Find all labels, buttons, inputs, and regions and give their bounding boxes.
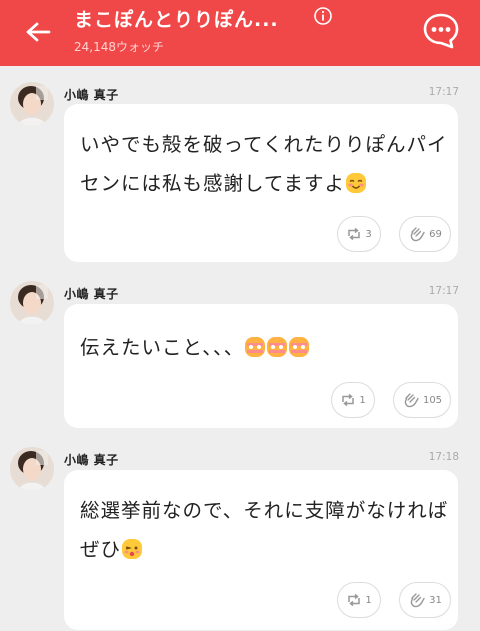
chat-bubble-icon[interactable] <box>421 11 461 51</box>
message-text-content: 伝えたいこと、、、 <box>80 336 245 359</box>
message-text: 伝えたいこと、、、 <box>80 328 450 367</box>
avatar[interactable] <box>10 447 54 491</box>
clap-hands-icon <box>404 393 419 408</box>
timestamp: 17:17 <box>428 86 459 98</box>
message-text-content: いやでも殻を破ってくれたりりぽんパイセンには私も感謝してますよ <box>80 133 448 195</box>
author-name: 小嶋 真子 <box>64 88 119 102</box>
message-bubble[interactable]: いやでも殻を破ってくれたりりぽんパイセンには私も感謝してますよ 3 69 <box>64 104 458 262</box>
retweet-count: 3 <box>365 228 372 240</box>
clap-count: 31 <box>429 594 442 606</box>
clap-button[interactable]: 31 <box>399 582 451 618</box>
clap-hands-icon <box>410 227 425 242</box>
author-name: 小嶋 真子 <box>64 453 119 467</box>
retweet-count: 1 <box>365 594 372 606</box>
clap-hands-icon <box>410 593 425 608</box>
arrow-left-icon <box>26 22 51 42</box>
retweet-button[interactable]: 1 <box>331 382 375 418</box>
avatar-photo <box>10 447 54 491</box>
retweet-button[interactable]: 3 <box>337 216 381 252</box>
clap-button[interactable]: 105 <box>393 382 451 418</box>
retweet-icon <box>342 393 355 407</box>
back-button[interactable] <box>18 14 58 50</box>
retweet-count: 1 <box>359 394 366 406</box>
info-icon[interactable] <box>313 6 333 26</box>
retweet-icon <box>348 227 361 241</box>
clap-count: 69 <box>429 228 442 240</box>
author-name: 小嶋 真子 <box>64 287 119 301</box>
app-header: まこぽんとりりぽん... 24,148ウォッチ <box>0 0 480 66</box>
retweet-button[interactable]: 1 <box>337 582 381 618</box>
avatar-photo <box>10 82 54 126</box>
message-text: 総選挙前なので、それに支障がなければぜひ <box>80 491 450 569</box>
message-bubble[interactable]: 総選挙前なので、それに支障がなければぜひ 1 31 <box>64 470 458 630</box>
winking-face-emoji <box>122 539 143 559</box>
avatar[interactable] <box>10 281 54 325</box>
timestamp: 17:18 <box>428 451 459 463</box>
clap-button[interactable]: 69 <box>399 216 451 252</box>
crying-face-emoji <box>245 337 266 357</box>
clap-count: 105 <box>422 394 443 406</box>
avatar-photo <box>10 281 54 325</box>
crying-face-emoji <box>267 337 288 357</box>
smiling-face-emoji <box>345 173 366 193</box>
retweet-icon <box>348 593 361 607</box>
crying-face-emoji <box>289 337 310 357</box>
timestamp: 17:17 <box>428 285 459 297</box>
watcher-count: 24,148ウォッチ <box>74 40 164 54</box>
message-text: いやでも殻を破ってくれたりりぽんパイセンには私も感謝してますよ <box>80 125 450 203</box>
avatar[interactable] <box>10 82 54 126</box>
room-title: まこぽんとりりぽん... <box>74 9 279 31</box>
message-bubble[interactable]: 伝えたいこと、、、 1 105 <box>64 304 458 428</box>
